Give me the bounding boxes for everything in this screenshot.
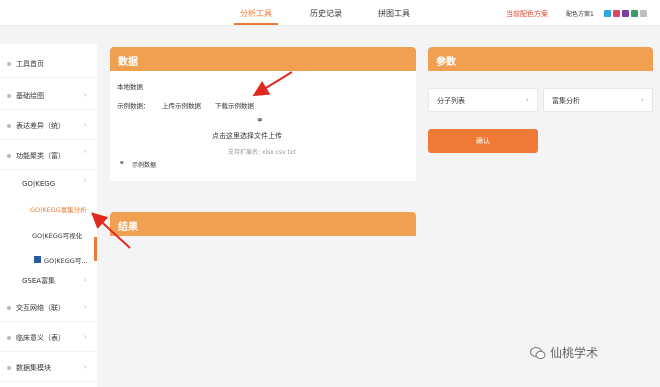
arrow-to-enrichment (91, 212, 131, 249)
wechat-icon (530, 347, 546, 360)
arrow-to-download (252, 71, 293, 97)
annotation-arrows (91, 71, 293, 249)
watermark-text: 仙桃学术 (550, 346, 599, 360)
